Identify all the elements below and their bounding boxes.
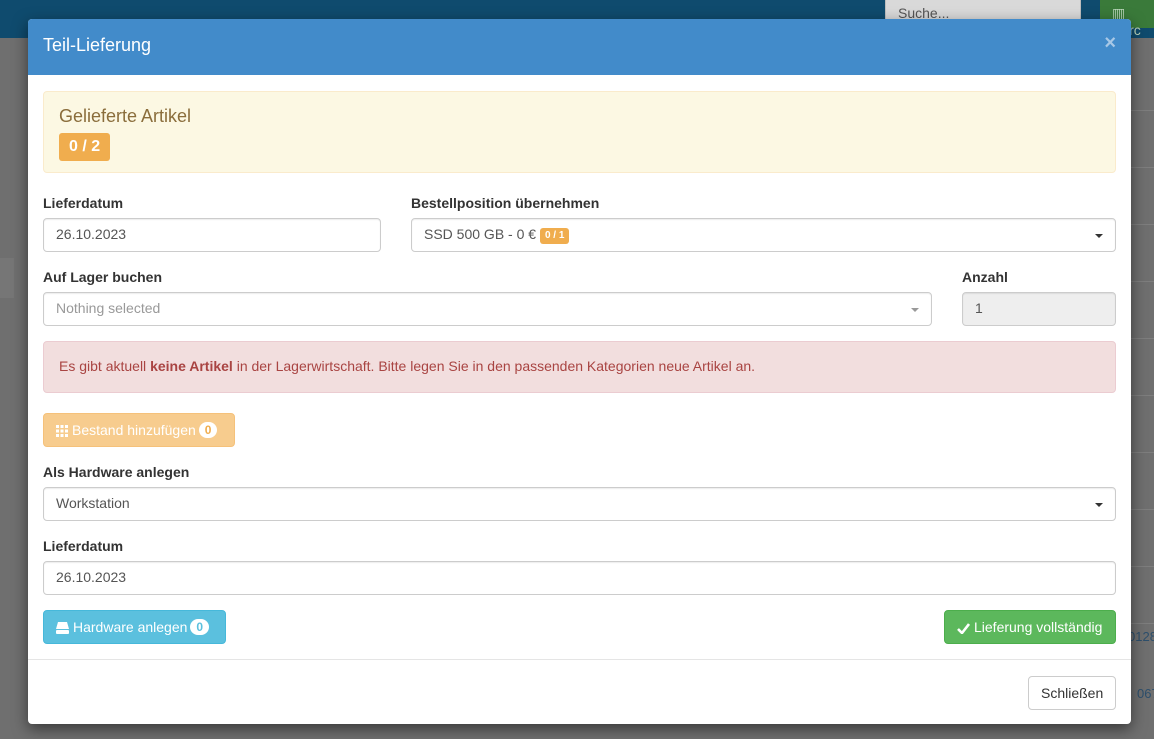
chevron-down-icon: [1095, 234, 1103, 238]
delivery-date-input[interactable]: 26.10.2023: [43, 218, 381, 252]
hardware-date-input[interactable]: 26.10.2023: [43, 561, 1116, 595]
delivered-count-badge: 0 / 2: [59, 133, 111, 161]
chevron-down-icon: [1095, 503, 1103, 507]
add-stock-count: 0: [198, 422, 218, 438]
hardware-date-label: Lieferdatum: [43, 538, 124, 554]
hdd-icon: [56, 620, 69, 638]
background-row-number: 067: [1137, 686, 1154, 701]
partial-delivery-modal: Teil-Lieferung × Gelieferte Artikel 0 / …: [28, 19, 1131, 724]
background-row: [1131, 395, 1154, 452]
alert-text-suffix: in der Lagerwirtschaft. Bitte legen Sie …: [232, 358, 756, 374]
hardware-label: Als Hardware anlegen: [43, 464, 190, 480]
check-icon: [957, 620, 971, 638]
order-position-badge: 0 / 1: [539, 228, 570, 244]
order-position-value: SSD 500 GB - 0 €: [424, 226, 537, 242]
no-items-alert: Es gibt aktuell keine Artikel in der Lag…: [43, 341, 1116, 393]
hardware-type-select[interactable]: Workstation: [43, 487, 1116, 521]
create-hardware-count: 0: [190, 619, 210, 635]
add-stock-button[interactable]: Bestand hinzufügen 0: [43, 413, 235, 447]
background-row: [1131, 566, 1154, 623]
background-row: [1131, 338, 1154, 395]
delivery-complete-label: Lieferung vollständig: [974, 619, 1103, 635]
background-row: [1131, 452, 1154, 509]
delivery-date-label: Lieferdatum: [43, 195, 124, 211]
background-table: [1131, 110, 1154, 739]
background-row: [1131, 110, 1154, 167]
modal-title: Teil-Lieferung: [43, 35, 152, 55]
delivered-items-panel: Gelieferte Artikel 0 / 2: [43, 91, 1116, 173]
delivery-complete-button[interactable]: Lieferung vollständig: [944, 610, 1116, 644]
create-hardware-label: Hardware anlegen: [73, 619, 188, 635]
create-hardware-button[interactable]: Hardware anlegen 0: [43, 610, 226, 644]
modal-header: Teil-Lieferung ×: [28, 19, 1131, 75]
grid-icon: [56, 423, 68, 441]
chevron-down-icon: [911, 308, 919, 312]
order-position-select[interactable]: SSD 500 GB - 0 € 0 / 1: [411, 218, 1116, 252]
stock-label: Auf Lager buchen: [43, 269, 163, 285]
quantity-input: 1: [962, 292, 1116, 326]
close-icon[interactable]: ×: [1104, 33, 1116, 53]
delivered-items-heading: Gelieferte Artikel: [59, 106, 192, 126]
background-row: [1131, 224, 1154, 281]
background-left-panel: [0, 258, 14, 298]
alert-text-emphasis: keine Artikel: [150, 358, 233, 374]
background-row: [1131, 281, 1154, 338]
background-row-number: 0128: [1128, 629, 1154, 644]
hardware-type-value: Workstation: [56, 495, 130, 511]
add-stock-label: Bestand hinzufügen: [72, 422, 196, 438]
modal-footer: Schließen: [28, 659, 1131, 724]
quantity-label: Anzahl: [962, 269, 1008, 285]
close-button[interactable]: Schließen: [1028, 676, 1116, 710]
background-row: [1131, 509, 1154, 566]
background-row: [1131, 167, 1154, 224]
order-position-label: Bestellposition übernehmen: [411, 195, 600, 211]
alert-text-prefix: Es gibt aktuell: [59, 358, 151, 374]
stock-placeholder: Nothing selected: [56, 300, 161, 316]
stock-select[interactable]: Nothing selected: [43, 292, 932, 326]
